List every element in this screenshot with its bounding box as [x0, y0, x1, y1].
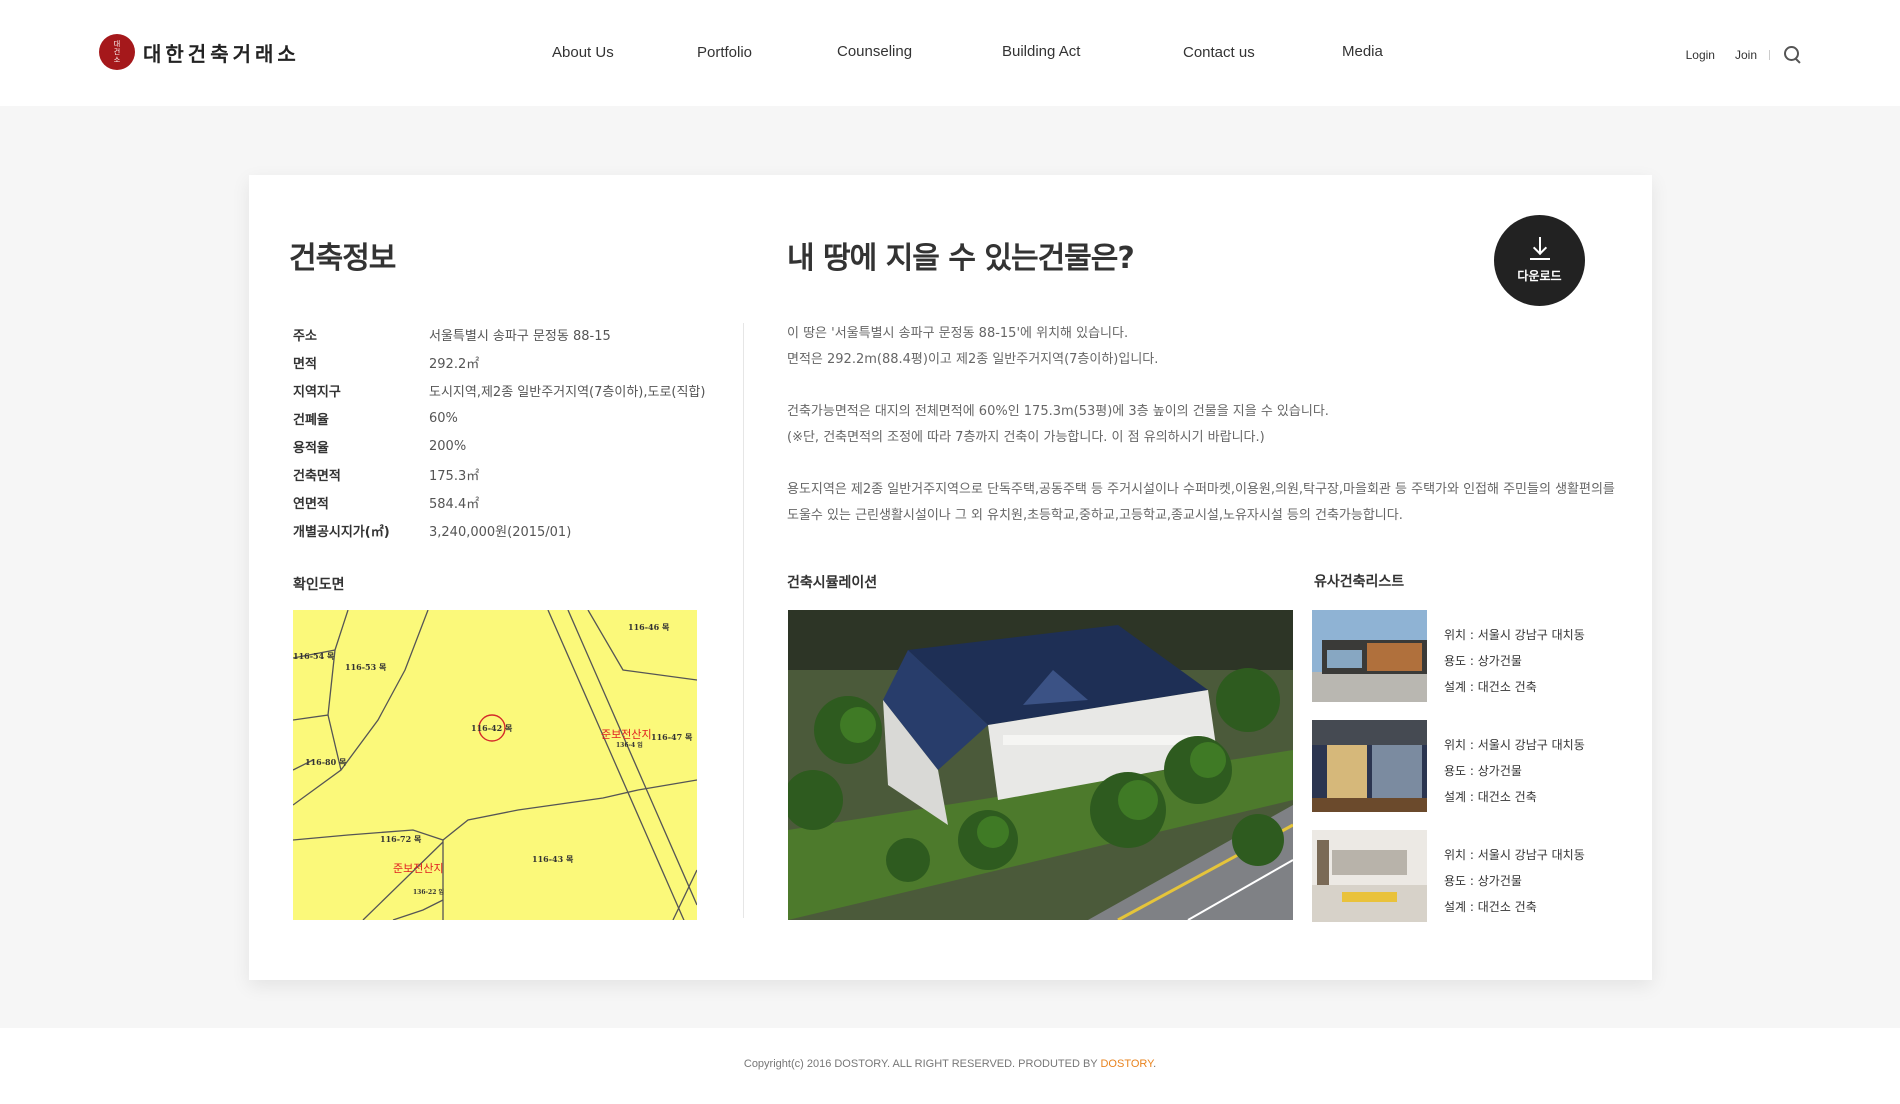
- map-label: 116-46 목: [628, 622, 670, 632]
- similar-use: 용도 : 상가건물: [1444, 654, 1522, 668]
- login-link[interactable]: Login: [1686, 48, 1715, 62]
- similar-item[interactable]: 위치 : 서울시 강남구 대치동 용도 : 상가건물 설계 : 대건소 건축: [1312, 720, 1632, 812]
- nav-counseling[interactable]: Counseling: [837, 43, 912, 60]
- copyright-text: Copyright(c) 2016 DOSTORY. ALL RIGHT RES…: [743, 1058, 1101, 1070]
- info-value: 3,240,000원(2015/01): [429, 524, 572, 540]
- info-row: 면적 292.2㎡: [293, 348, 705, 376]
- map-label: 136-22 임: [413, 888, 444, 896]
- similar-buildings-list: 위치 : 서울시 강남구 대치동 용도 : 상가건물 설계 : 대건소 건축 위…: [1312, 610, 1632, 922]
- info-value: 292.2㎡: [429, 356, 480, 372]
- download-label: 다운로드: [1517, 269, 1562, 283]
- copyright-end: .: [1153, 1058, 1157, 1070]
- map-label: 116-72 목: [380, 834, 422, 844]
- nav-building-act[interactable]: Building Act: [1002, 43, 1080, 60]
- desc-line: 도울수 있는 근린생활시설이나 그 외 유치원,초등학교,중하교,고등학교,종교…: [787, 508, 1403, 523]
- desc-line: (※단, 건축면적의 조정에 따라 7층까지 건축이 가능합니다. 이 점 유의…: [787, 430, 1265, 445]
- info-value: 175.3㎡: [429, 468, 480, 484]
- map-label: 116-43 목: [532, 854, 574, 864]
- info-row: 건축면적 175.3㎡: [293, 460, 705, 488]
- similar-list-title: 유사건축리스트: [1314, 574, 1405, 590]
- similar-thumbnail[interactable]: [1312, 830, 1427, 922]
- similar-item[interactable]: 위치 : 서울시 강남구 대치동 용도 : 상가건물 설계 : 대건소 건축: [1312, 610, 1632, 702]
- info-row: 건폐율 60%: [293, 404, 705, 432]
- info-key: 지역지구: [293, 384, 341, 400]
- info-row: 개별공시지가(㎡) 3,240,000원(2015/01): [293, 516, 705, 544]
- map-title: 확인도면: [293, 577, 345, 593]
- copyright: Copyright(c) 2016 DOSTORY. ALL RIGHT RES…: [0, 1058, 1900, 1070]
- footer: Copyright(c) 2016 DOSTORY. ALL RIGHT RES…: [0, 1028, 1900, 1104]
- map-label: 116-53 목: [345, 662, 387, 672]
- info-key: 건축면적: [293, 468, 341, 484]
- download-icon: [1529, 237, 1551, 261]
- info-key: 연면적: [293, 496, 329, 512]
- similar-location: 위치 : 서울시 강남구 대치동: [1444, 628, 1585, 642]
- map-label: 116-47 목: [651, 732, 693, 742]
- simulation-title: 건축시뮬레이션: [787, 575, 878, 591]
- download-button[interactable]: 다운로드: [1494, 215, 1585, 306]
- info-value: 200%: [429, 438, 467, 454]
- thumbnail-image: [1312, 830, 1427, 922]
- map-label: 136-4 임: [616, 741, 643, 749]
- buildable-description: 이 땅은 '서울특별시 송파구 문정동 88-15'에 위치해 있습니다. 면적…: [787, 321, 1617, 529]
- info-row: 지역지구 도시지역,제2종 일반주거지역(7층이하),도로(직합): [293, 376, 705, 404]
- map-zone-label: 준보전산지: [601, 728, 652, 741]
- nav-portfolio[interactable]: Portfolio: [697, 44, 752, 61]
- info-value: 도시지역,제2종 일반주거지역(7층이하),도로(직합): [429, 384, 706, 400]
- map-label: 116-54 목: [293, 651, 335, 661]
- info-value: 60%: [429, 410, 458, 426]
- similar-thumbnail[interactable]: [1312, 610, 1427, 702]
- similar-design: 설계 : 대건소 건축: [1444, 680, 1537, 694]
- cadastral-map[interactable]: 116-46 목 116-54 목 116-53 목 116-42 목 116-…: [293, 610, 697, 920]
- cadastral-map-drawing: 116-46 목 116-54 목 116-53 목 116-42 목 116-…: [293, 610, 697, 920]
- info-value: 서울특별시 송파구 문정동 88-15: [429, 328, 611, 344]
- join-link[interactable]: Join: [1735, 48, 1757, 62]
- similar-item[interactable]: 위치 : 서울시 강남구 대치동 용도 : 상가건물 설계 : 대건소 건축: [1312, 830, 1632, 922]
- map-label: 116-80 목: [305, 757, 347, 767]
- column-divider: [743, 323, 744, 918]
- section-title-buildable: 내 땅에 지을 수 있는건물은?: [787, 241, 1135, 276]
- info-row: 주소 서울특별시 송파구 문정동 88-15: [293, 320, 705, 348]
- building-info-card: 건축정보 내 땅에 지을 수 있는건물은? 다운로드 주소 서울특별시 송파구 문…: [249, 175, 1652, 980]
- info-key: 용적율: [293, 440, 329, 456]
- map-zone-label: 준보전산지: [393, 862, 444, 875]
- desc-line: 용도지역은 제2종 일반거주지역으로 단독주택,공동주택 등 주거시설이나 수퍼…: [787, 482, 1615, 497]
- info-key: 면적: [293, 356, 317, 372]
- info-key: 개별공시지가(㎡): [293, 524, 390, 540]
- info-value: 584.4㎡: [429, 496, 480, 512]
- map-label: 116-42 목: [471, 723, 513, 733]
- nav-about-us[interactable]: About Us: [552, 44, 614, 61]
- util-menu: Login Join: [1686, 45, 1802, 65]
- search-icon[interactable]: [1782, 45, 1802, 65]
- divider: [1769, 50, 1770, 60]
- thumbnail-image: [1312, 610, 1427, 702]
- similar-design: 설계 : 대건소 건축: [1444, 790, 1537, 804]
- header: 대 건 소 대한건축거래소 About Us Portfolio Counsel…: [0, 0, 1900, 106]
- desc-line: 면적은 292.2m(88.4평)이고 제2종 일반주거지역(7층이하)입니다.: [787, 352, 1159, 367]
- similar-thumbnail[interactable]: [1312, 720, 1427, 812]
- similar-design: 설계 : 대건소 건축: [1444, 900, 1537, 914]
- desc-line: 이 땅은 '서울특별시 송파구 문정동 88-15'에 위치해 있습니다.: [787, 326, 1129, 341]
- nav-contact-us[interactable]: Contact us: [1183, 44, 1255, 61]
- thumbnail-image: [1312, 720, 1427, 812]
- nav-media[interactable]: Media: [1342, 43, 1383, 60]
- similar-location: 위치 : 서울시 강남구 대치동: [1444, 738, 1585, 752]
- footer-dostory-link[interactable]: DOSTORY: [1100, 1058, 1153, 1070]
- info-key: 건폐율: [293, 412, 329, 428]
- info-table: 주소 서울특별시 송파구 문정동 88-15 면적 292.2㎡ 지역지구 도시지역,…: [293, 320, 705, 544]
- similar-location: 위치 : 서울시 강남구 대치동: [1444, 848, 1585, 862]
- similar-use: 용도 : 상가건물: [1444, 874, 1522, 888]
- main-nav: About Us Portfolio Counseling Building A…: [0, 43, 1900, 64]
- simulation-render: [788, 610, 1293, 920]
- desc-line: 건축가능면적은 대지의 전체면적에 60%인 175.3m(53평)에 3층 높…: [787, 404, 1329, 419]
- building-simulation-image[interactable]: [788, 610, 1293, 920]
- section-title-building-info: 건축정보: [289, 241, 396, 276]
- info-row: 용적율 200%: [293, 432, 705, 460]
- info-key: 주소: [293, 328, 317, 344]
- info-row: 연면적 584.4㎡: [293, 488, 705, 516]
- similar-use: 용도 : 상가건물: [1444, 764, 1522, 778]
